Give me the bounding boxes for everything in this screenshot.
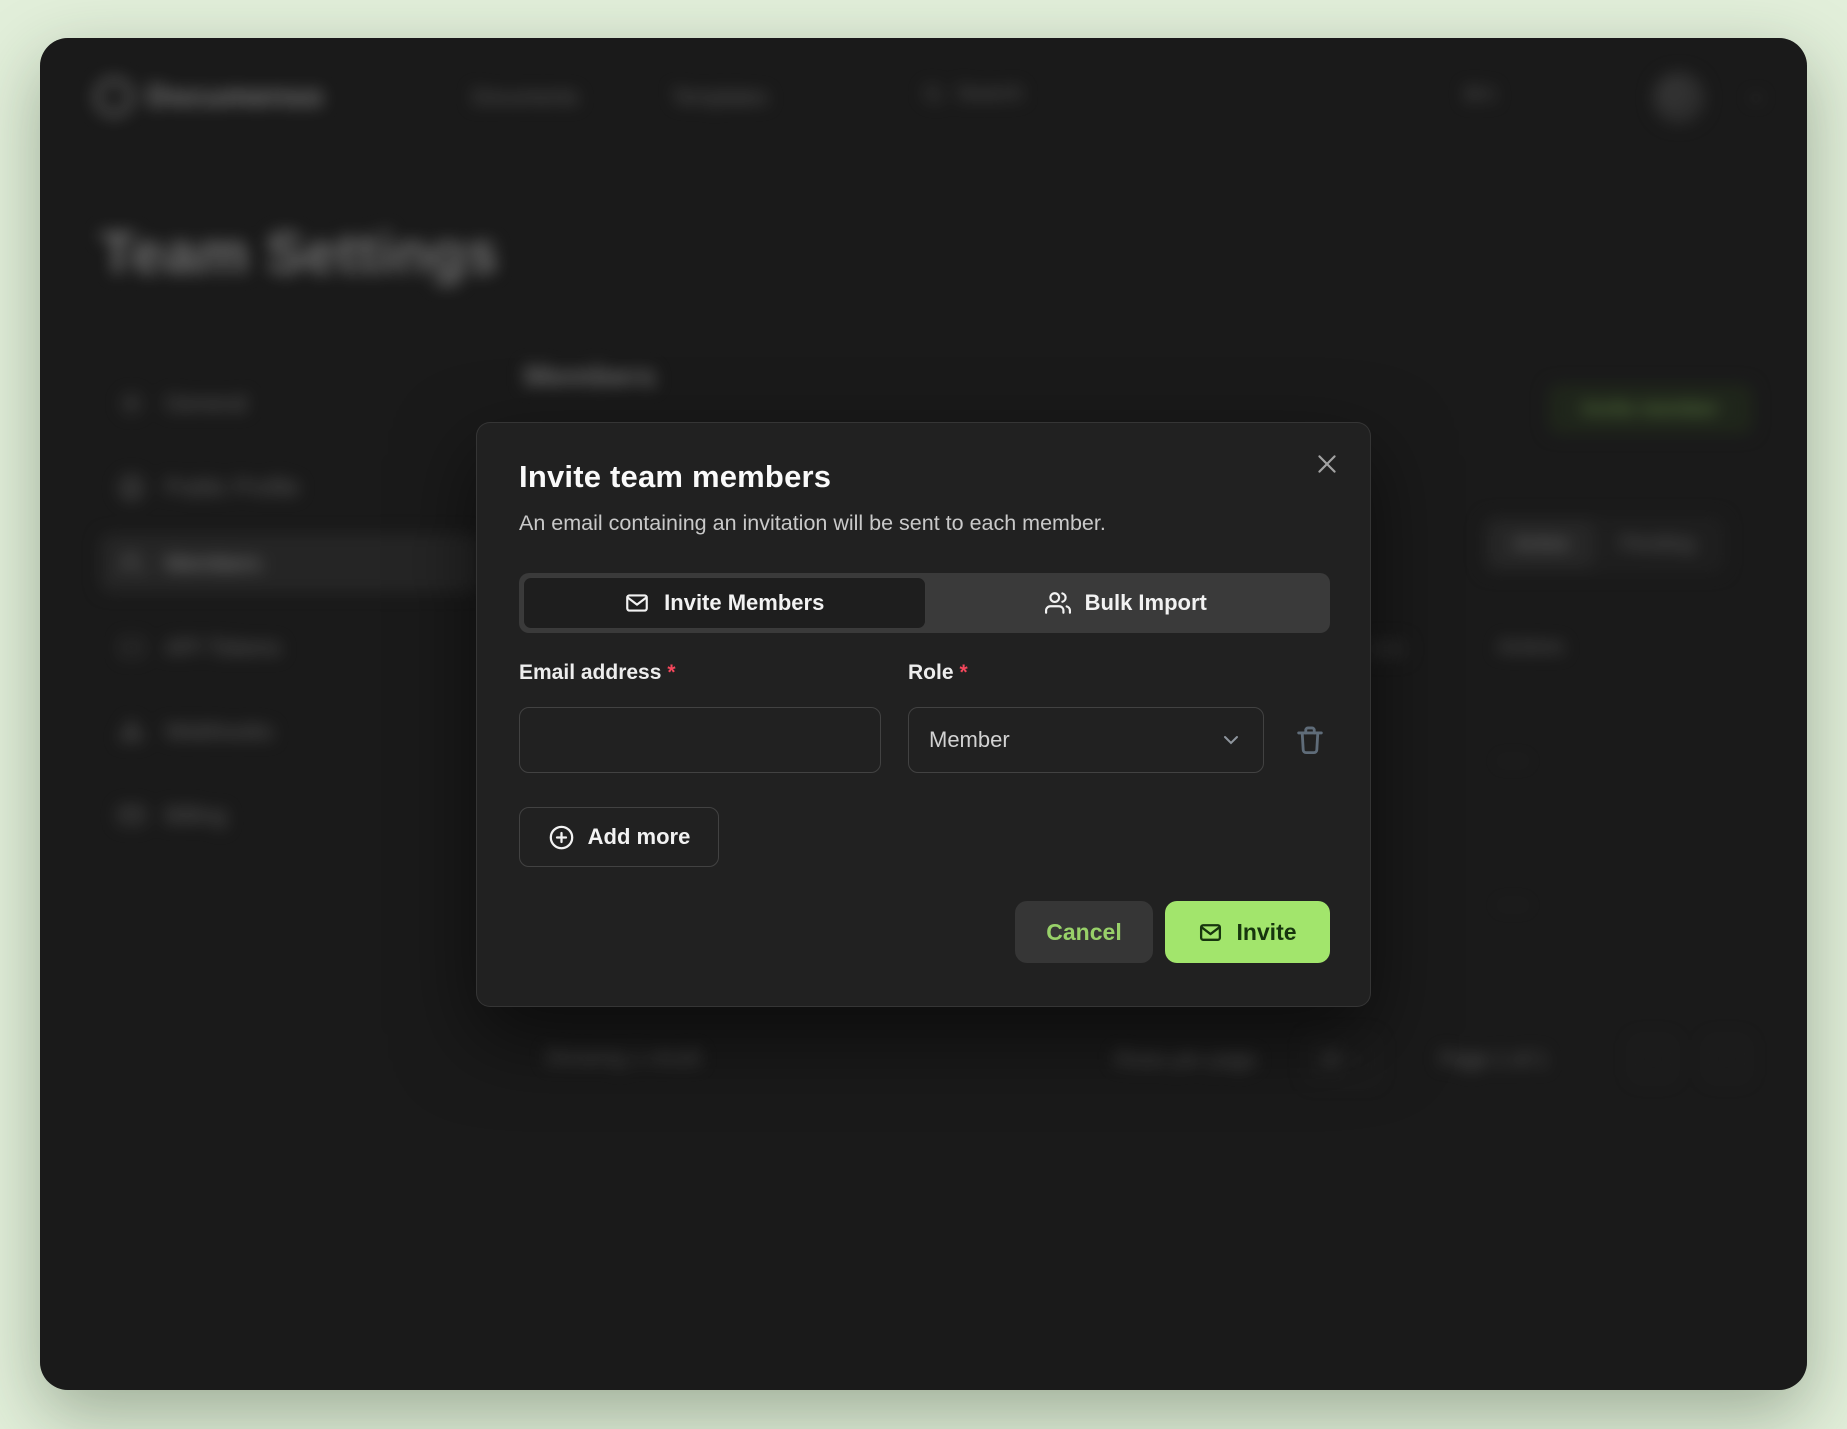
- mail-icon: [624, 590, 650, 616]
- role-select-value: Member: [929, 727, 1010, 753]
- dialog-title: Invite team members: [519, 459, 831, 495]
- role-label: Role*: [908, 661, 968, 685]
- invite-mode-tabs: Invite Members Bulk Import: [519, 573, 1330, 633]
- mail-icon: [1198, 920, 1223, 945]
- chevron-down-icon: [1219, 728, 1243, 752]
- tab-invite-members[interactable]: Invite Members: [523, 577, 926, 629]
- users-icon: [1045, 590, 1071, 616]
- tab-bulk-import[interactable]: Bulk Import: [926, 577, 1327, 629]
- required-asterisk: *: [960, 661, 968, 684]
- cancel-button[interactable]: Cancel: [1015, 901, 1153, 963]
- tab-label: Bulk Import: [1085, 590, 1207, 616]
- email-address-label: Email address*: [519, 661, 676, 685]
- add-more-label: Add more: [588, 824, 691, 850]
- add-more-button[interactable]: Add more: [519, 807, 719, 867]
- required-asterisk: *: [667, 661, 675, 684]
- close-icon[interactable]: [1314, 451, 1340, 477]
- screenshot-canvas: Documenso Documents Templates Search ⌘K …: [0, 0, 1847, 1429]
- invite-button-label: Invite: [1236, 919, 1296, 946]
- trash-icon[interactable]: [1293, 723, 1327, 757]
- invite-button[interactable]: Invite: [1165, 901, 1330, 963]
- plus-circle-icon: [548, 824, 575, 851]
- tab-label: Invite Members: [664, 590, 824, 616]
- email-address-input[interactable]: [519, 707, 881, 773]
- dialog-description: An email containing an invitation will b…: [519, 511, 1106, 536]
- role-select[interactable]: Member: [908, 707, 1264, 773]
- invite-team-members-dialog: Invite team members An email containing …: [476, 422, 1371, 1007]
